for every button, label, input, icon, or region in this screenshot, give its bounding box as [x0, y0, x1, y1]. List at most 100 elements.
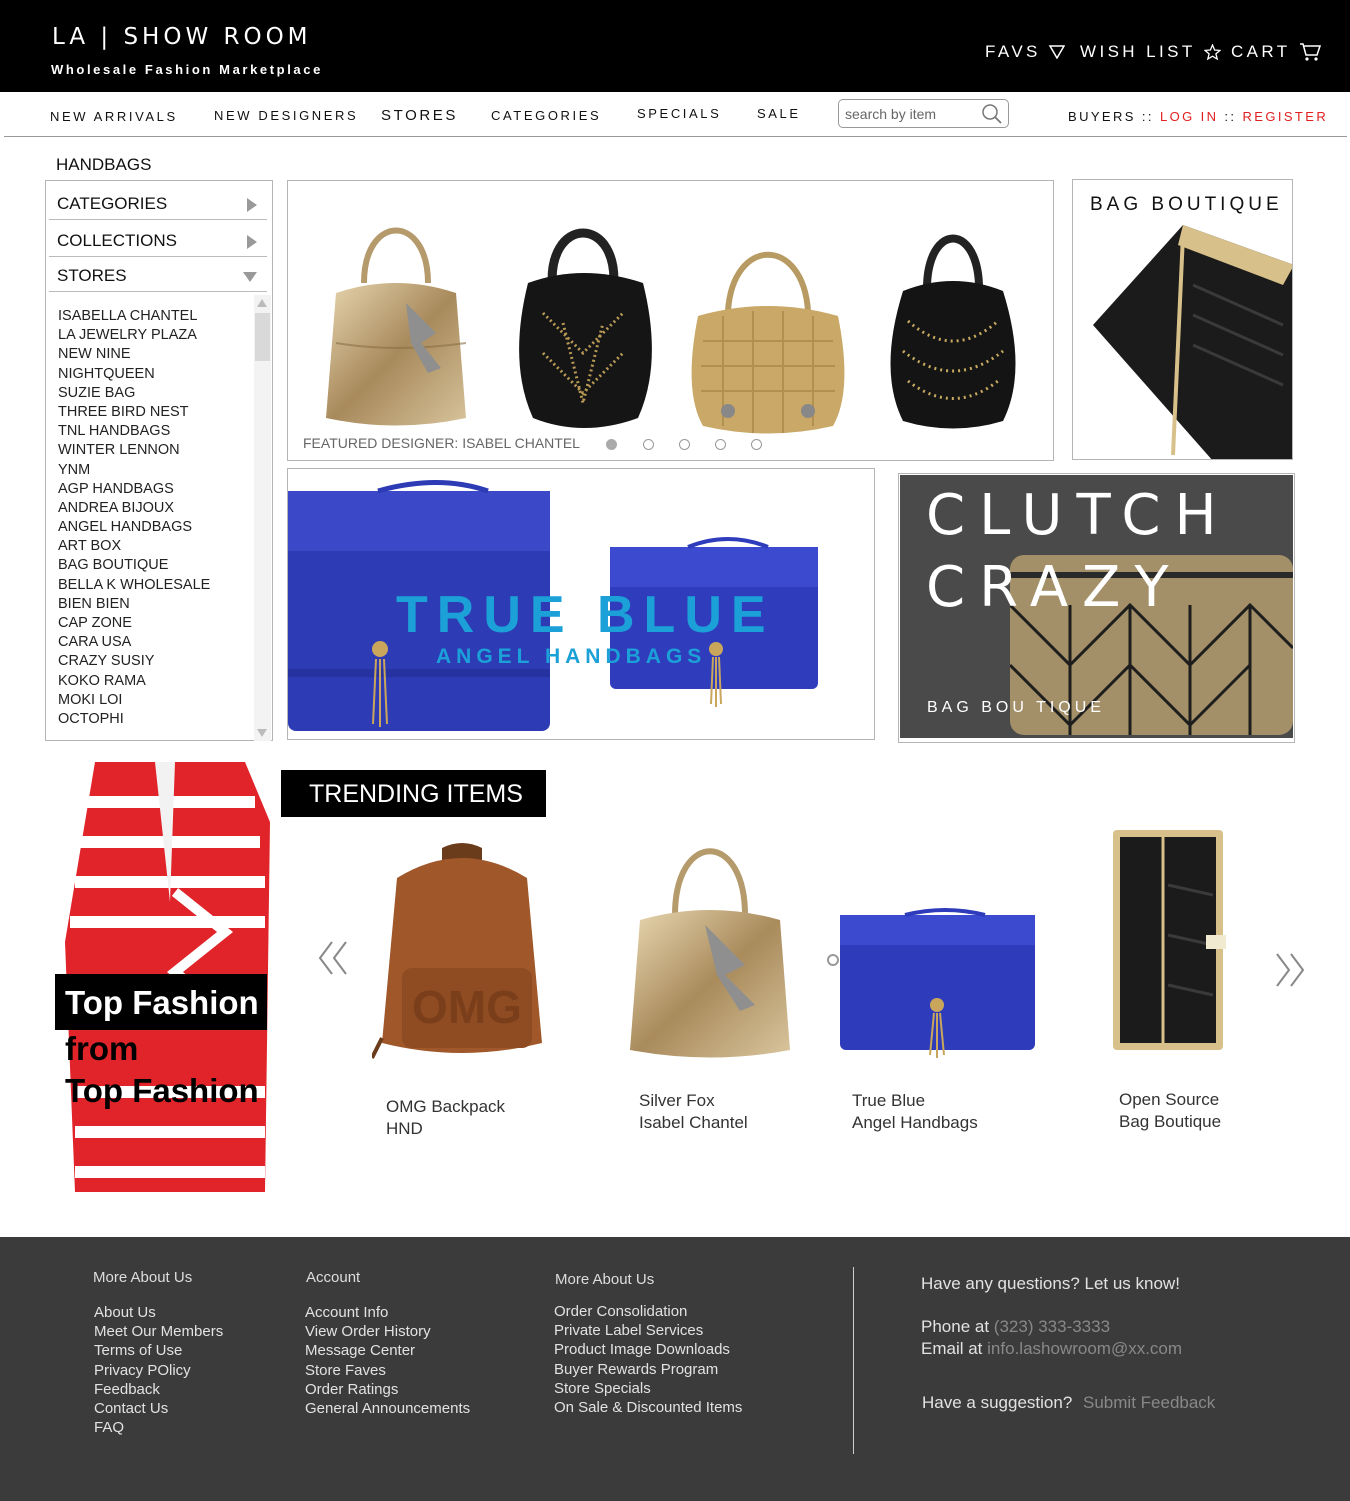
- email-label: Email at: [921, 1339, 983, 1358]
- bag-boutique-promo[interactable]: BAG BOUTIQUE: [1072, 179, 1293, 460]
- carousel-dot[interactable]: [751, 439, 762, 450]
- nav-new-designers[interactable]: NEW DESIGNERS: [214, 108, 358, 123]
- footer-link[interactable]: Terms of Use: [94, 1341, 223, 1360]
- cart-link[interactable]: CART: [1231, 42, 1321, 62]
- footer-col1-links: About Us Meet Our Members Terms of Use Priv…: [94, 1303, 223, 1437]
- store-list-item[interactable]: CRAZY SUSIY: [58, 652, 258, 671]
- chevron-left-icon[interactable]: [316, 940, 350, 976]
- trending-item-card[interactable]: Open Source Bag Boutique: [1098, 825, 1228, 1131]
- favs-link[interactable]: FAVS: [985, 42, 1065, 62]
- store-list-scrollbar[interactable]: [254, 295, 271, 741]
- clutch-title-line1: CLUTCH: [926, 483, 1231, 548]
- scroll-down-arrow-icon[interactable]: [257, 729, 267, 737]
- footer-link[interactable]: Account Info: [305, 1303, 470, 1322]
- store-list-item[interactable]: YNM: [58, 461, 258, 480]
- footer-link[interactable]: Privacy POlicy: [94, 1361, 223, 1380]
- store-list-item[interactable]: LA JEWELRY PLAZA: [58, 326, 258, 345]
- carousel-dot[interactable]: [715, 439, 726, 450]
- trending-item-card[interactable]: Silver Fox Isabel Chantel: [625, 825, 795, 1132]
- search-icon[interactable]: [981, 103, 1003, 125]
- store-list-item[interactable]: THREE BIRD NEST: [58, 403, 258, 422]
- store-list-item[interactable]: BELLA K WHOLESALE: [58, 576, 258, 595]
- sidebar-collections[interactable]: COLLECTIONS: [49, 224, 267, 257]
- store-list-item[interactable]: ART BOX: [58, 537, 258, 556]
- footer-link[interactable]: Meet Our Members: [94, 1322, 223, 1341]
- chevron-down-icon: [243, 272, 257, 282]
- store-list-item[interactable]: OCTOPHI: [58, 710, 258, 729]
- store-list-item[interactable]: KOKO RAMA: [58, 672, 258, 691]
- nav-sale[interactable]: SALE: [757, 106, 801, 121]
- footer-link[interactable]: Order Consolidation: [554, 1302, 742, 1321]
- true-blue-promo[interactable]: TRUE BLUE ANGEL HANDBAGS: [287, 468, 875, 740]
- nav-stores[interactable]: STORES: [381, 107, 458, 124]
- featured-bag-image[interactable]: [878, 211, 1028, 436]
- top-fashion-promo[interactable]: Top Fashion from Top Fashion: [55, 762, 270, 1202]
- chevron-right-icon: [247, 235, 257, 249]
- footer-link[interactable]: Buyer Rewards Program: [554, 1360, 742, 1379]
- footer-link[interactable]: About Us: [94, 1303, 223, 1322]
- carousel-dot[interactable]: [679, 439, 690, 450]
- footer-col1-title: More About Us: [93, 1269, 193, 1286]
- email-link[interactable]: info.lashowroom@xx.com: [987, 1339, 1182, 1358]
- footer-link[interactable]: Feedback: [94, 1380, 223, 1399]
- store-list-item[interactable]: NIGHTQUEEN: [58, 365, 258, 384]
- trending-items-heading: TRENDING ITEMS: [281, 770, 546, 817]
- store-list-item[interactable]: MOKI LOI: [58, 691, 258, 710]
- footer-link[interactable]: Store Faves: [305, 1361, 470, 1380]
- store-list-item[interactable]: ANGEL HANDBAGS: [58, 518, 258, 537]
- trending-item-card[interactable]: OMG OMG Backpack HND: [370, 838, 552, 1138]
- store-list-item[interactable]: BIEN BIEN: [58, 595, 258, 614]
- featured-bag-image[interactable]: [316, 203, 476, 433]
- brand-tagline: Wholesale Fashion Marketplace: [51, 62, 323, 77]
- contact-email-row: Email at info.lashowroom@xx.com: [921, 1339, 1182, 1359]
- brand-logo[interactable]: LA | SHOW ROOM: [52, 24, 312, 50]
- footer-col3-links: Order Consolidation Private Label Service…: [554, 1302, 742, 1417]
- featured-bag-image[interactable]: [503, 203, 663, 435]
- carousel-dot[interactable]: [606, 439, 617, 450]
- footer-link[interactable]: Store Specials: [554, 1379, 742, 1398]
- phone-link[interactable]: (323) 333-3333: [994, 1317, 1110, 1336]
- chevron-right-icon[interactable]: [1273, 952, 1307, 988]
- true-blue-subtitle: ANGEL HANDBAGS: [436, 645, 707, 668]
- promo-line2: from: [65, 1030, 139, 1067]
- store-list-item[interactable]: TNL HANDBAGS: [58, 422, 258, 441]
- footer-link[interactable]: View Order History: [305, 1322, 470, 1341]
- nav-categories[interactable]: CATEGORIES: [491, 108, 601, 123]
- store-list-item[interactable]: CARA USA: [58, 633, 258, 652]
- footer-link[interactable]: FAQ: [94, 1418, 223, 1437]
- nav-new-arrivals[interactable]: NEW ARRIVALS: [50, 109, 178, 124]
- login-link[interactable]: LOG IN: [1160, 109, 1218, 124]
- footer-link[interactable]: Product Image Downloads: [554, 1340, 742, 1359]
- store-list-item[interactable]: BAG BOUTIQUE: [58, 556, 258, 575]
- store-list-item[interactable]: AGP HANDBAGS: [58, 480, 258, 499]
- store-list-item[interactable]: SUZIE BAG: [58, 384, 258, 403]
- submit-feedback-link[interactable]: Submit Feedback: [1083, 1393, 1215, 1412]
- wish-list-link[interactable]: WISH LIST: [1080, 42, 1221, 62]
- scrollbar-thumb[interactable]: [255, 313, 270, 361]
- store-list-item[interactable]: WINTER LENNON: [58, 441, 258, 460]
- search-input[interactable]: [845, 104, 980, 124]
- contact-phone-row: Phone at (323) 333-3333: [921, 1317, 1110, 1337]
- clutch-crazy-panel: CLUTCH CRAZY BAG BOU TIQUE: [900, 475, 1293, 738]
- register-link[interactable]: REGISTER: [1242, 109, 1328, 124]
- sidebar-categories[interactable]: CATEGORIES: [49, 187, 267, 220]
- footer-link[interactable]: Contact Us: [94, 1399, 223, 1418]
- scroll-up-arrow-icon[interactable]: [257, 299, 267, 307]
- store-list-item[interactable]: CAP ZONE: [58, 614, 258, 633]
- carousel-dot[interactable]: [643, 439, 654, 450]
- clutch-crazy-promo[interactable]: CLUTCH CRAZY BAG BOU TIQUE: [898, 473, 1295, 743]
- footer-link[interactable]: Order Ratings: [305, 1380, 470, 1399]
- store-list-item[interactable]: ANDREA BIJOUX: [58, 499, 258, 518]
- store-list-item[interactable]: NEW NINE: [58, 345, 258, 364]
- featured-bag-image[interactable]: [683, 221, 853, 436]
- footer-link[interactable]: On Sale & Discounted Items: [554, 1398, 742, 1417]
- footer-link[interactable]: General Announcements: [305, 1399, 470, 1418]
- sidebar-stores[interactable]: STORES: [49, 259, 267, 292]
- footer-link[interactable]: Message Center: [305, 1341, 470, 1360]
- footer-link[interactable]: Private Label Services: [554, 1321, 742, 1340]
- store-list-item[interactable]: ISABELLA CHANTEL: [58, 307, 258, 326]
- nav-divider: [4, 136, 1347, 137]
- trending-item-card[interactable]: True Blue Angel Handbags: [825, 905, 1040, 1132]
- suggestion-row: Have a suggestion? Submit Feedback: [922, 1393, 1215, 1413]
- nav-specials[interactable]: SPECIALS: [637, 106, 721, 121]
